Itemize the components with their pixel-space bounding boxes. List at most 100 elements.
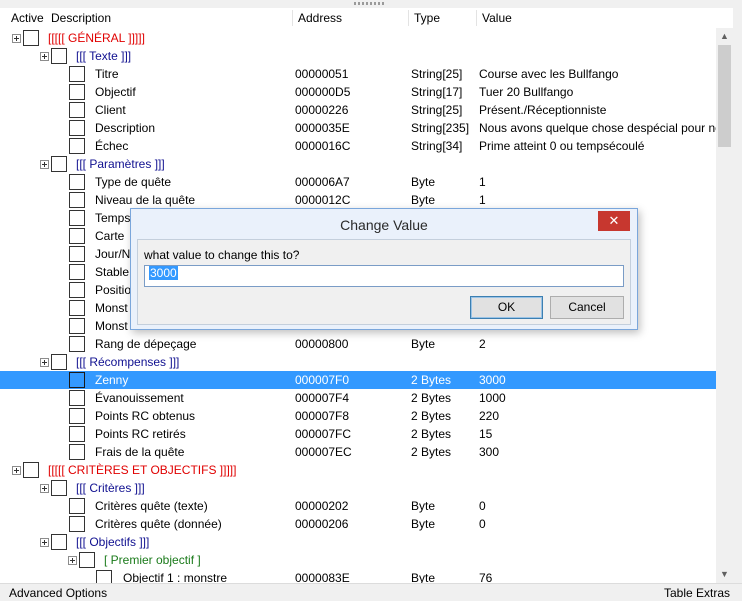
resize-grip[interactable] bbox=[0, 0, 742, 8]
header-active[interactable]: Active bbox=[11, 11, 44, 25]
table-row[interactable]: Échec 0000016C String[34] Prime atteint 0 o… bbox=[0, 137, 716, 155]
active-checkbox[interactable] bbox=[23, 30, 39, 46]
table-row[interactable]: Critères quête (texte) 00000202 Byte 0 bbox=[0, 497, 716, 515]
header-description[interactable]: Description bbox=[51, 11, 111, 25]
table-extras-button[interactable]: Table Extras bbox=[664, 586, 730, 600]
table-row[interactable]: Points RC obtenus 000007F8 2 Bytes 220 bbox=[0, 407, 716, 425]
header-divider[interactable] bbox=[476, 10, 477, 26]
active-checkbox[interactable] bbox=[69, 372, 85, 388]
table-row[interactable]: Titre 00000051 String[25] Course avec les B… bbox=[0, 65, 716, 83]
dialog-titlebar[interactable]: Change Value ✕ bbox=[131, 209, 637, 239]
row-value: 300 bbox=[479, 445, 500, 459]
active-checkbox[interactable] bbox=[96, 570, 112, 583]
table-row[interactable]: [ Premier objectif ] bbox=[0, 551, 716, 569]
table-row[interactable]: [[[ Objectifs ]]] bbox=[0, 533, 716, 551]
expand-icon[interactable] bbox=[40, 160, 49, 169]
active-checkbox[interactable] bbox=[23, 462, 39, 478]
active-checkbox[interactable] bbox=[69, 192, 85, 208]
active-checkbox[interactable] bbox=[69, 318, 85, 334]
header-value[interactable]: Value bbox=[482, 11, 512, 25]
row-description: Points RC retirés bbox=[95, 427, 186, 441]
table-row[interactable]: Évanouissement 000007F4 2 Bytes 1000 bbox=[0, 389, 716, 407]
row-type: 2 Bytes bbox=[411, 445, 452, 459]
active-checkbox[interactable] bbox=[51, 48, 67, 64]
active-checkbox[interactable] bbox=[69, 300, 85, 316]
active-checkbox[interactable] bbox=[69, 498, 85, 514]
active-checkbox[interactable] bbox=[51, 354, 67, 370]
active-checkbox[interactable] bbox=[69, 444, 85, 460]
row-value: 76 bbox=[479, 571, 493, 583]
expand-icon[interactable] bbox=[40, 52, 49, 61]
row-description: Stable bbox=[95, 265, 130, 279]
row-address: 000007FC bbox=[295, 427, 352, 441]
cancel-button[interactable]: Cancel bbox=[550, 296, 624, 319]
expand-icon[interactable] bbox=[68, 556, 77, 565]
active-checkbox[interactable] bbox=[69, 516, 85, 532]
active-checkbox[interactable] bbox=[69, 390, 85, 406]
expand-icon[interactable] bbox=[12, 34, 21, 43]
advanced-options-button[interactable]: Advanced Options bbox=[9, 586, 107, 600]
table-row[interactable]: [[[[[ CRITÈRES ET OBJECTIFS ]]]]] bbox=[0, 461, 716, 479]
row-description: [[[ Récompenses ]]] bbox=[76, 355, 180, 369]
row-description: Carte bbox=[95, 229, 125, 243]
window-edge bbox=[733, 8, 742, 583]
value-input[interactable]: 3000 bbox=[144, 265, 624, 287]
table-row[interactable]: [[[ Texte ]]] bbox=[0, 47, 716, 65]
active-checkbox[interactable] bbox=[69, 138, 85, 154]
header-divider[interactable] bbox=[408, 10, 409, 26]
close-icon[interactable]: ✕ bbox=[598, 211, 630, 231]
row-description: Zenny bbox=[95, 373, 129, 387]
header-address[interactable]: Address bbox=[298, 11, 342, 25]
header-divider[interactable] bbox=[292, 10, 293, 26]
table-row[interactable]: Zenny 000007F0 2 Bytes 3000 bbox=[0, 371, 716, 389]
active-checkbox[interactable] bbox=[69, 264, 85, 280]
table-row[interactable]: Points RC retirés 000007FC 2 Bytes 15 bbox=[0, 425, 716, 443]
expand-icon[interactable] bbox=[12, 466, 21, 475]
table-row[interactable]: Description 0000035E String[235] Nous avons… bbox=[0, 119, 716, 137]
active-checkbox[interactable] bbox=[69, 228, 85, 244]
table-row[interactable]: Objectif 000000D5 String[17] Tuer 20 Bullfa… bbox=[0, 83, 716, 101]
active-checkbox[interactable] bbox=[69, 246, 85, 262]
expand-icon[interactable] bbox=[40, 484, 49, 493]
table-row[interactable]: Niveau de la quête 0000012C Byte 1 bbox=[0, 191, 716, 209]
table-header: Active Description Address Type Value bbox=[0, 8, 742, 28]
scroll-down-arrow-icon[interactable]: ▼ bbox=[716, 566, 733, 583]
row-description: Points RC obtenus bbox=[95, 409, 196, 423]
row-type: Byte bbox=[411, 337, 436, 351]
row-address: 000007F0 bbox=[295, 373, 350, 387]
active-checkbox[interactable] bbox=[69, 282, 85, 298]
active-checkbox[interactable] bbox=[69, 426, 85, 442]
scroll-up-arrow-icon[interactable]: ▲ bbox=[716, 28, 733, 45]
table-row[interactable]: Critères quête (donnée) 00000206 Byte 0 bbox=[0, 515, 716, 533]
expand-icon[interactable] bbox=[40, 358, 49, 367]
table-row[interactable]: Frais de la quête 000007EC 2 Bytes 300 bbox=[0, 443, 716, 461]
table-row[interactable]: Rang de dépeçage 00000800 Byte 2 bbox=[0, 335, 716, 353]
table-row[interactable]: [[[ Critères ]]] bbox=[0, 479, 716, 497]
expand-icon[interactable] bbox=[40, 538, 49, 547]
active-checkbox[interactable] bbox=[69, 102, 85, 118]
active-checkbox[interactable] bbox=[69, 84, 85, 100]
vertical-scrollbar[interactable]: ▲ ▼ bbox=[716, 28, 733, 583]
ok-button[interactable]: OK bbox=[470, 296, 543, 319]
header-type[interactable]: Type bbox=[414, 11, 440, 25]
table-row[interactable]: Type de quête 000006A7 Byte 1 bbox=[0, 173, 716, 191]
table-row[interactable]: [[[[[ GÉNÉRAL ]]]]] bbox=[0, 29, 716, 47]
row-description: Rang de dépeçage bbox=[95, 337, 197, 351]
row-value: Prime atteint 0 ou tempsécoulé bbox=[479, 139, 645, 153]
active-checkbox[interactable] bbox=[79, 552, 95, 568]
table-row[interactable]: Objectif 1 : monstre 0000083E Byte 76 bbox=[0, 569, 716, 583]
active-checkbox[interactable] bbox=[51, 480, 67, 496]
active-checkbox[interactable] bbox=[69, 408, 85, 424]
active-checkbox[interactable] bbox=[69, 210, 85, 226]
row-address: 00000202 bbox=[295, 499, 349, 513]
active-checkbox[interactable] bbox=[51, 156, 67, 172]
table-row[interactable]: [[[ Récompenses ]]] bbox=[0, 353, 716, 371]
table-row[interactable]: Client 00000226 String[25] Présent./Récepti… bbox=[0, 101, 716, 119]
active-checkbox[interactable] bbox=[69, 66, 85, 82]
active-checkbox[interactable] bbox=[69, 336, 85, 352]
active-checkbox[interactable] bbox=[51, 534, 67, 550]
active-checkbox[interactable] bbox=[69, 120, 85, 136]
scroll-thumb[interactable] bbox=[718, 45, 731, 147]
active-checkbox[interactable] bbox=[69, 174, 85, 190]
table-row[interactable]: [[[ Paramètres ]]] bbox=[0, 155, 716, 173]
